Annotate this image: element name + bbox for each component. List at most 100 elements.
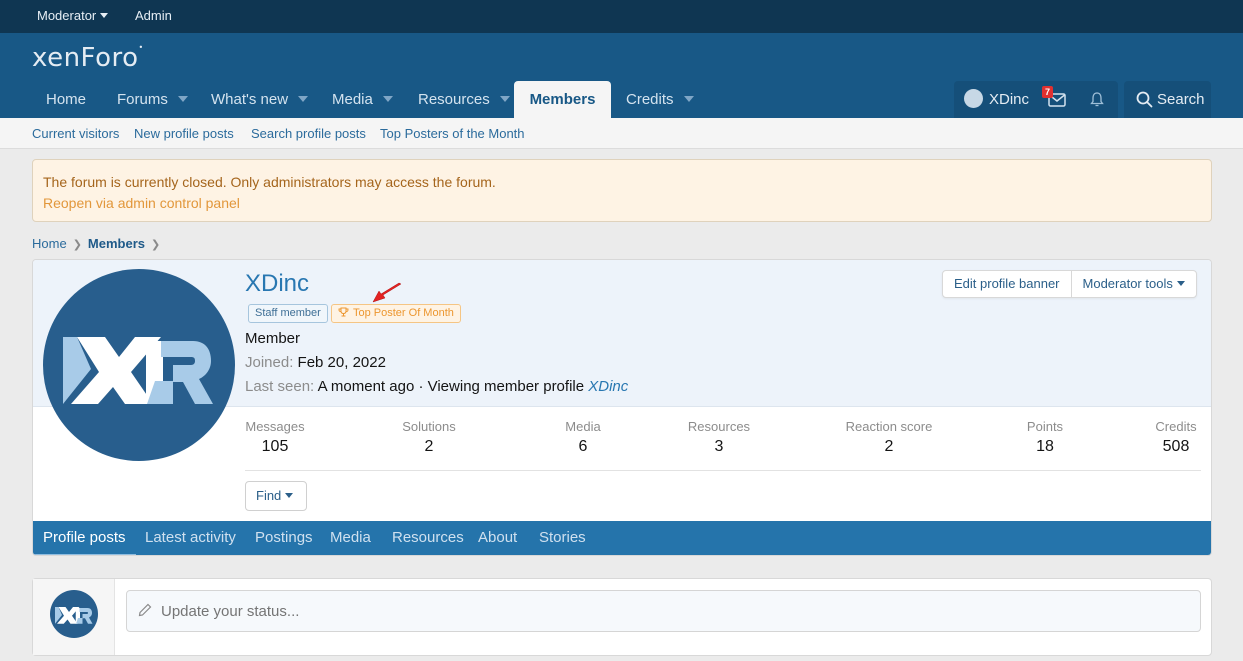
last-seen-value: A moment ago · Viewing member profile [317, 378, 585, 395]
profile-action-buttons: Edit profile banner Moderator tools [942, 270, 1197, 298]
account-menu[interactable]: XtR XDinc [964, 81, 1029, 118]
find-label: Find [256, 488, 282, 503]
tab-profile-posts[interactable]: Profile posts [33, 521, 136, 555]
alerts-button[interactable] [1082, 81, 1112, 118]
tab-resources[interactable]: Resources [392, 521, 464, 555]
account-area: XtR XDinc 7 [954, 81, 1118, 118]
profile-stats: Messages 105 Solutions 2 Media 6 Resources 3… [245, 419, 1201, 471]
stat-value: 3 [714, 438, 724, 455]
top-poster-label: Top Poster Of Month [353, 307, 454, 319]
profile-avatar[interactable] [43, 269, 235, 461]
reopen-link[interactable]: Reopen via admin control panel [43, 195, 240, 211]
subnav-top-posters[interactable]: Top Posters of the Month [380, 126, 525, 141]
chevron-right-icon: ❯ [72, 239, 82, 251]
staff-member-banner: Staff member [248, 304, 328, 323]
moderator-tools-label: Moderator tools [1082, 276, 1173, 291]
stat-value: 2 [424, 438, 434, 455]
tab-stories[interactable]: Stories [539, 521, 586, 555]
avatar: XtR [964, 89, 983, 108]
stat-value: 508 [1162, 438, 1190, 455]
caret-down-icon [285, 493, 294, 498]
nav-tab-label: Resources [418, 91, 490, 108]
tab-about[interactable]: About [478, 521, 517, 555]
caret-down-icon[interactable] [177, 96, 188, 102]
staff-bar: Moderator Admin [0, 0, 1243, 33]
subnav-new-profile-posts[interactable]: New profile posts [134, 126, 234, 141]
nav-tab-members[interactable]: Members [514, 81, 611, 118]
nav-tab-label: Credits [626, 91, 674, 108]
stat-credits[interactable]: Credits 508 [1151, 419, 1201, 456]
caret-down-icon [100, 13, 109, 18]
stat-label: Points [1026, 419, 1064, 434]
subnav-current-visitors[interactable]: Current visitors [32, 126, 119, 141]
status-avatar-column [33, 579, 115, 655]
logo-text: xenForo [32, 43, 139, 73]
status-update-box [32, 578, 1212, 656]
red-arrow-annotation-icon [372, 282, 402, 303]
stat-label: Resources [687, 419, 751, 434]
tab-media[interactable]: Media [330, 521, 371, 555]
find-menu-button[interactable]: Find [245, 481, 307, 511]
stat-media[interactable]: Media 6 [553, 419, 613, 456]
joined-label: Joined: [245, 354, 294, 371]
site-logo[interactable]: xenForo• [32, 43, 144, 73]
stat-resources[interactable]: Resources 3 [686, 419, 752, 456]
edit-profile-banner-button[interactable]: Edit profile banner [943, 271, 1071, 297]
search-button[interactable]: Search [1124, 81, 1211, 118]
stat-messages[interactable]: Messages 105 [245, 419, 305, 456]
nav-tab-forums[interactable]: Forums [117, 81, 188, 118]
last-seen-info: Last seen: A moment ago · Viewing member… [245, 378, 628, 395]
caret-down-icon[interactable] [499, 96, 510, 102]
chevron-right-icon: ❯ [150, 239, 161, 251]
nav-tab-home[interactable]: Home [46, 81, 86, 118]
moderator-menu[interactable]: Moderator [37, 8, 109, 23]
nav-tab-label: Members [529, 91, 596, 108]
nav-tab-media[interactable]: Media [332, 81, 393, 118]
stat-solutions[interactable]: Solutions 2 [399, 419, 459, 456]
joined-info: Joined: Feb 20, 2022 [245, 354, 386, 371]
nav-tab-label: What's new [211, 91, 289, 108]
nav-tab-credits[interactable]: Credits [626, 81, 694, 118]
tab-postings[interactable]: Postings [255, 521, 313, 555]
last-seen-user-link[interactable]: XDinc [588, 378, 628, 395]
caret-down-icon[interactable] [683, 96, 694, 102]
caret-down-icon[interactable] [382, 96, 393, 102]
xtr-logo-icon [63, 337, 213, 404]
bell-icon [1090, 92, 1104, 107]
forum-closed-notice: The forum is currently closed. Only admi… [32, 159, 1212, 222]
caret-down-icon[interactable] [298, 96, 309, 102]
profile-username[interactable]: XDinc [245, 270, 309, 298]
joined-value: Feb 20, 2022 [297, 354, 386, 371]
nav-tab-resources[interactable]: Resources [418, 81, 510, 118]
user-title: Member [245, 330, 301, 347]
caret-down-icon [1176, 281, 1185, 286]
avatar[interactable] [50, 590, 98, 638]
member-profile-card: XDinc Staff member Top Poster Of Month M… [32, 259, 1212, 556]
nav-tab-label: Forums [117, 91, 168, 108]
account-username: XDinc [989, 91, 1030, 108]
moderator-tools-button[interactable]: Moderator tools [1070, 271, 1196, 297]
breadcrumb-members[interactable]: Members [88, 236, 145, 251]
nav-tab-label: Media [332, 91, 373, 108]
pencil-icon [138, 603, 152, 617]
avatar-text: XtR [966, 94, 978, 108]
last-seen-label: Last seen: [245, 378, 315, 395]
status-input[interactable] [126, 590, 1201, 632]
admin-link[interactable]: Admin [135, 8, 172, 23]
search-label: Search [1157, 91, 1205, 108]
subnav-search-profile-posts[interactable]: Search profile posts [251, 126, 366, 141]
stat-label: Solutions [402, 419, 456, 434]
stat-reaction-score[interactable]: Reaction score 2 [841, 419, 937, 456]
stat-points[interactable]: Points 18 [1015, 419, 1075, 456]
stat-label: Media [565, 419, 601, 434]
moderator-menu-label: Moderator [37, 8, 97, 23]
stat-value: 18 [1036, 438, 1054, 455]
stat-label: Credits [1155, 419, 1197, 434]
breadcrumb-home[interactable]: Home [32, 236, 67, 251]
xtr-logo-icon [55, 607, 93, 624]
tab-latest-activity[interactable]: Latest activity [145, 521, 236, 555]
inbox-count-badge: 7 [1042, 86, 1054, 98]
nav-tab-whats-new[interactable]: What's new [211, 81, 309, 118]
sub-nav: Current visitors New profile posts Searc… [0, 118, 1243, 149]
trophy-icon [338, 307, 349, 317]
